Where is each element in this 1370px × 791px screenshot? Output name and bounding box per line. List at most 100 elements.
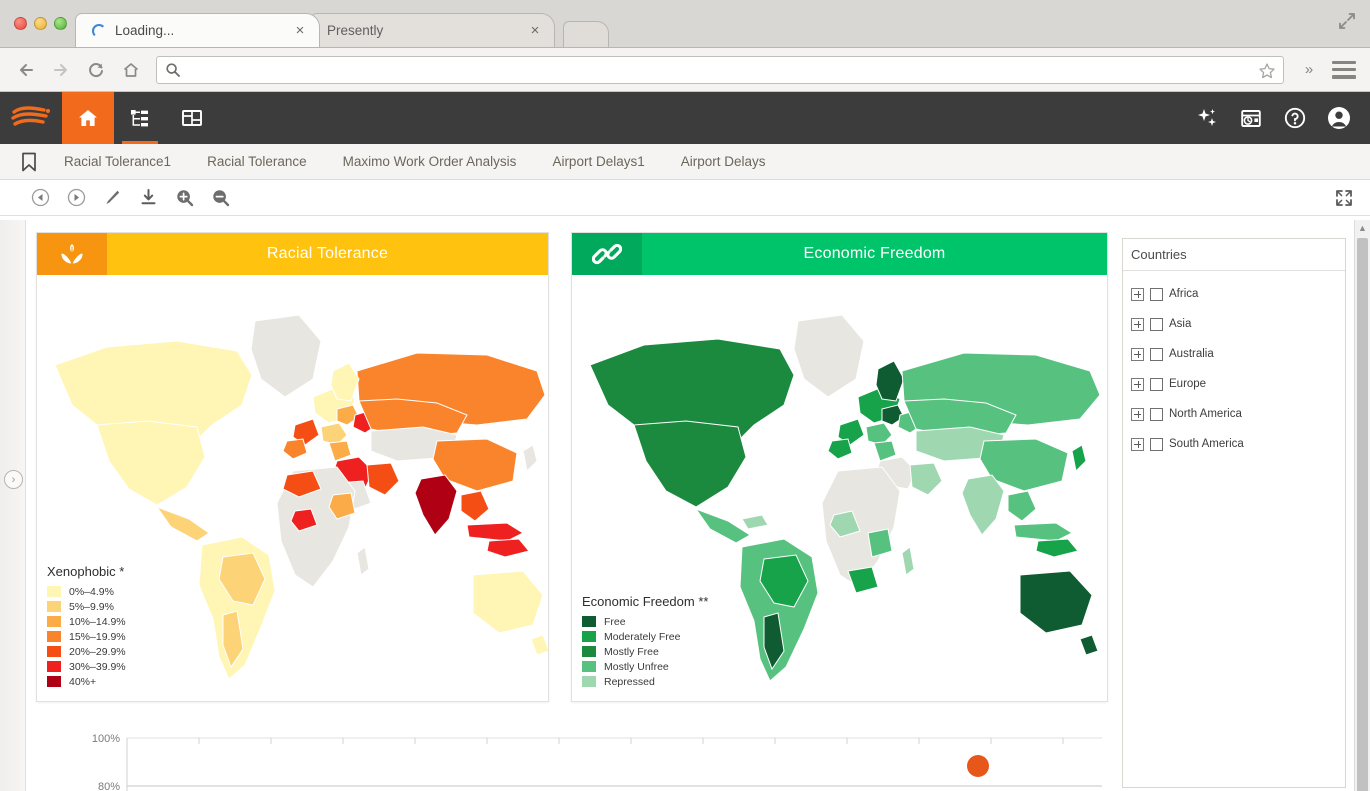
back-icon[interactable] [10, 54, 42, 86]
scatter-chart-svg: 100% 80% [92, 733, 1102, 791]
choropleth-map-economic-freedom[interactable]: Economic Freedom ** Free Moderately Free… [572, 275, 1107, 701]
forward-icon [45, 54, 77, 86]
expand-plus-icon[interactable] [1131, 437, 1144, 451]
legend-item: Free [582, 614, 708, 629]
checkbox[interactable] [1150, 407, 1163, 421]
legend-item: 0%–4.9% [47, 584, 126, 599]
legend-item: Repressed [582, 674, 708, 689]
legend-label: 40%+ [69, 675, 97, 688]
download-icon[interactable] [138, 188, 158, 208]
app-nav-catalog[interactable] [166, 92, 218, 144]
legend-swatch [47, 586, 61, 597]
window-traffic-lights [10, 0, 75, 47]
browser-tab-presently[interactable]: Presently × [310, 13, 555, 47]
legend-swatch [582, 676, 596, 687]
tree-item-africa[interactable]: Africa [1131, 279, 1345, 309]
search-icon [166, 62, 180, 77]
legend-item: 15%–19.9% [47, 629, 126, 644]
browser-window: Loading... × Presently × » Racial Tolera… [0, 0, 1370, 791]
scrollbar-thumb[interactable] [1357, 238, 1368, 791]
tree-item-asia[interactable]: Asia [1131, 309, 1345, 339]
reload-icon[interactable] [80, 54, 112, 86]
tree-item-label: Australia [1169, 348, 1214, 360]
zoom-out-icon[interactable] [210, 188, 230, 208]
legend-swatch [47, 631, 61, 642]
tree-item-australia[interactable]: Australia [1131, 339, 1345, 369]
scatter-chart[interactable]: 100% 80% [62, 718, 1108, 791]
restore-window-icon[interactable] [1334, 8, 1360, 34]
app-nav-hierarchy[interactable] [114, 92, 166, 144]
legend-swatch [47, 616, 61, 627]
maximize-window-button[interactable] [54, 16, 67, 30]
close-icon[interactable]: × [291, 22, 309, 40]
fullscreen-expand-icon[interactable] [1334, 188, 1354, 208]
app-nav-home[interactable] [62, 92, 114, 144]
hierarchy-icon [131, 110, 148, 127]
legend-label: Mostly Free [604, 645, 659, 658]
calendar-clock-icon[interactable] [1238, 105, 1264, 131]
edit-pencil-icon[interactable] [102, 188, 122, 208]
card-header: Economic Freedom [572, 233, 1107, 275]
home-icon [79, 110, 97, 126]
dashboard-tab-airport-delays1[interactable]: Airport Delays1 [534, 144, 662, 180]
tree-item-europe[interactable]: Europe [1131, 369, 1345, 399]
tree-item-label: Europe [1169, 378, 1207, 390]
expand-plus-icon[interactable] [1131, 287, 1144, 301]
step-forward-icon[interactable] [66, 188, 86, 208]
app-header-actions [1194, 92, 1370, 144]
checkbox[interactable] [1150, 437, 1163, 451]
step-back-icon[interactable] [30, 188, 50, 208]
left-rail: › [0, 220, 26, 791]
legend-label: 15%–19.9% [69, 630, 126, 643]
dashboard-tab-maximo-work-order-analysis[interactable]: Maximo Work Order Analysis [325, 144, 535, 180]
y-tick-label-100: 100% [92, 733, 120, 745]
tree-item-label: North America [1169, 408, 1242, 420]
overflow-icon[interactable]: » [1293, 54, 1325, 86]
bookmark-icon[interactable] [12, 151, 46, 173]
help-icon[interactable] [1282, 105, 1308, 131]
choropleth-map-racial-tolerance[interactable]: Xenophobic * 0%–4.9% 5%–9.9% 10%–14.9% 1… [37, 275, 548, 701]
checkbox[interactable] [1150, 377, 1163, 391]
expand-sidebar-handle[interactable]: › [4, 470, 23, 489]
account-icon[interactable] [1326, 105, 1352, 131]
chain-link-icon [572, 233, 642, 275]
address-bar[interactable] [156, 55, 1284, 84]
browser-navbar: » [0, 48, 1370, 92]
zoom-in-icon[interactable] [174, 188, 194, 208]
sparkle-icon[interactable] [1194, 105, 1220, 131]
card-title: Economic Freedom [803, 245, 946, 262]
close-icon[interactable]: × [526, 22, 544, 40]
vertical-scrollbar[interactable]: ▲ [1354, 220, 1370, 791]
legend-item: Mostly Unfree [582, 659, 708, 674]
browser-tabstrip: Loading... × Presently × [0, 0, 1370, 48]
legend-label: 20%–29.9% [69, 645, 126, 658]
expand-plus-icon[interactable] [1131, 377, 1144, 391]
bookmark-star-icon[interactable] [1257, 61, 1277, 81]
minimize-window-button[interactable] [34, 16, 47, 30]
app-logo[interactable] [0, 92, 62, 144]
home-icon[interactable] [115, 54, 147, 86]
scroll-up-arrow-icon[interactable]: ▲ [1355, 220, 1370, 236]
book-icon [182, 110, 202, 126]
checkbox[interactable] [1150, 287, 1163, 301]
legend-label: 30%–39.9% [69, 660, 126, 673]
tree-item-south-america[interactable]: South America [1131, 429, 1345, 459]
tree-item-north-america[interactable]: North America [1131, 399, 1345, 429]
expand-plus-icon[interactable] [1131, 317, 1144, 331]
expand-plus-icon[interactable] [1131, 347, 1144, 361]
scatter-point[interactable] [967, 755, 989, 777]
checkbox[interactable] [1150, 347, 1163, 361]
checkbox[interactable] [1150, 317, 1163, 331]
new-tab-button[interactable] [563, 21, 609, 47]
menu-icon[interactable] [1328, 54, 1360, 86]
dashboard-tab-airport-delays[interactable]: Airport Delays [663, 144, 784, 180]
browser-tab-title: Presently [327, 23, 384, 38]
close-window-button[interactable] [14, 16, 27, 30]
expand-plus-icon[interactable] [1131, 407, 1144, 421]
dashboard-tab-racial-tolerance1[interactable]: Racial Tolerance1 [46, 144, 189, 180]
legend-title: Economic Freedom ** [582, 594, 709, 609]
browser-tab-loading[interactable]: Loading... × [75, 13, 320, 47]
dashboard-tab-racial-tolerance[interactable]: Racial Tolerance [189, 144, 325, 180]
legend-swatch [47, 661, 61, 672]
app-header [0, 92, 1370, 144]
